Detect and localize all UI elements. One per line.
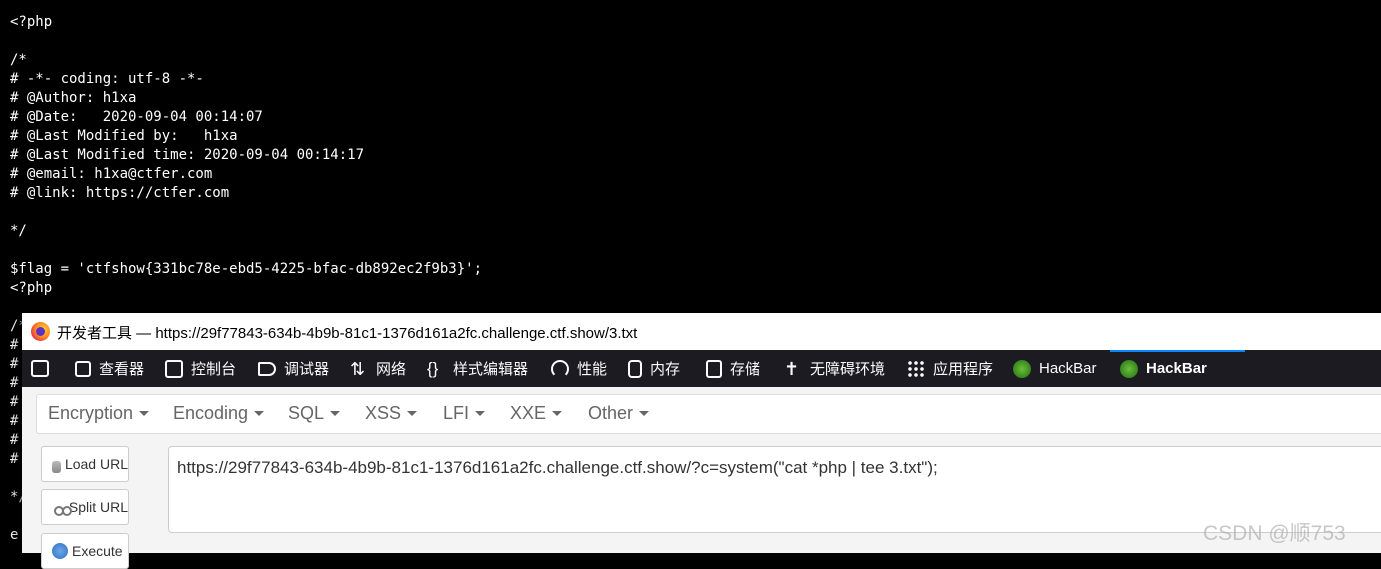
source-line-partial: #	[10, 337, 19, 353]
tab-accessibility[interactable]: ✝ 无障碍环境	[784, 350, 885, 387]
watermark: CSDN @顺753	[1203, 522, 1346, 545]
inspector-icon	[75, 360, 91, 377]
button-label: Load URL	[64, 456, 128, 472]
execute-icon	[52, 543, 68, 559]
console-icon	[165, 359, 183, 378]
menu-label: Encoding	[173, 403, 249, 423]
menu-lfi[interactable]: LFI	[443, 403, 486, 424]
menu-label: LFI	[443, 403, 470, 423]
source-line-partial: #	[10, 394, 19, 410]
tab-label: 样式编辑器	[453, 361, 529, 378]
tab-storage[interactable]: 存储	[706, 350, 760, 387]
tab-label: 控制台	[191, 361, 237, 378]
source-line: # @Author: h1xa	[10, 90, 137, 106]
tab-label: 内存	[650, 361, 681, 378]
source-line-partial: #	[10, 413, 19, 429]
menu-xxe[interactable]: XXE	[510, 403, 563, 424]
menu-label: SQL	[288, 403, 325, 423]
load-url-icon	[52, 461, 61, 473]
caret-down-icon	[330, 411, 341, 416]
flag-line: $flag = 'ctfshow{331bc78e-ebd5-4225-bfac…	[10, 261, 483, 277]
source-line: /*	[10, 52, 27, 68]
menu-encoding[interactable]: Encoding	[173, 403, 265, 424]
tab-hackbar[interactable]: HackBar	[1013, 350, 1097, 387]
tab-label: 查看器	[99, 361, 145, 378]
firefox-logo-icon	[31, 322, 50, 341]
tab-memory[interactable]: 内存	[628, 350, 680, 387]
source-line-partial: #	[10, 451, 19, 467]
button-label: Execute	[72, 543, 123, 559]
storage-icon	[706, 359, 722, 378]
hackbar-icon	[1120, 359, 1138, 378]
source-line: # @Last Modified by: h1xa	[10, 128, 238, 144]
network-icon: ⇅	[350, 358, 366, 379]
hackbar-icon	[1013, 359, 1031, 378]
source-line-partial: #	[10, 432, 19, 448]
menu-label: Other	[588, 403, 634, 423]
source-line-partial: e	[10, 527, 19, 543]
tab-hackbar-selected[interactable]: HackBar	[1110, 350, 1245, 387]
menu-label: Encryption	[48, 403, 134, 423]
tab-style-editor[interactable]: {} 样式编辑器	[427, 350, 528, 387]
menu-label: XSS	[365, 403, 402, 423]
devtools-toolbar: 查看器 控制台 调试器 ⇅ 网络 {} 样式编辑器 性能 内存 存储 ✝ 无障碍…	[22, 350, 1381, 387]
source-line: <?php	[10, 14, 53, 30]
tab-debugger[interactable]: 调试器	[258, 350, 329, 387]
url-text: https://29f77843-634b-4b9b-81c1-1376d161…	[177, 458, 938, 477]
element-picker-icon	[31, 360, 49, 377]
tab-label: HackBar	[1146, 360, 1207, 377]
source-line-partial: #	[10, 356, 19, 372]
tab-performance[interactable]: 性能	[551, 350, 607, 387]
caret-down-icon	[254, 411, 265, 416]
element-picker-button[interactable]	[31, 350, 57, 387]
style-editor-icon: {}	[427, 358, 439, 378]
url-input[interactable]: https://29f77843-634b-4b9b-81c1-1376d161…	[168, 446, 1381, 533]
tab-label: 存储	[730, 361, 761, 378]
button-label: Split URL	[68, 499, 128, 515]
performance-icon	[551, 359, 569, 378]
devtools-window: 开发者工具 — https://29f77843-634b-4b9b-81c1-…	[22, 313, 1381, 569]
source-line: # -*- coding: utf-8 -*-	[10, 71, 204, 87]
tab-console[interactable]: 控制台	[165, 350, 236, 387]
menu-sql[interactable]: SQL	[288, 403, 341, 424]
source-line: <?php	[10, 280, 53, 296]
source-line-partial: #	[10, 375, 19, 391]
source-line: # @Date: 2020-09-04 00:14:07	[10, 109, 263, 125]
tab-label: HackBar	[1039, 360, 1097, 377]
split-url-button[interactable]: Split URL	[41, 489, 129, 525]
tab-network[interactable]: ⇅ 网络	[350, 350, 406, 387]
tab-label: 应用程序	[933, 361, 994, 378]
execute-button[interactable]: Execute	[41, 533, 129, 569]
accessibility-icon: ✝	[784, 358, 800, 379]
menu-encryption[interactable]: Encryption	[48, 403, 150, 424]
memory-icon	[628, 359, 642, 378]
caret-down-icon	[139, 411, 150, 416]
caret-down-icon	[475, 411, 486, 416]
debugger-icon	[258, 361, 276, 376]
hackbar-menubar: Encryption Encoding SQL XSS LFI XXE Othe…	[36, 394, 1381, 434]
window-title: 开发者工具 — https://29f77843-634b-4b9b-81c1-…	[57, 325, 638, 342]
menu-other[interactable]: Other	[588, 403, 650, 424]
tab-label: 性能	[577, 361, 608, 378]
tab-inspector[interactable]: 查看器	[75, 350, 144, 387]
hackbar-panel: Encryption Encoding SQL XSS LFI XXE Othe…	[22, 387, 1381, 569]
source-line: # @link: https://ctfer.com	[10, 185, 230, 201]
source-line: # @email: h1xa@ctfer.com	[10, 166, 213, 182]
scissors-icon	[54, 498, 72, 516]
tab-label: 无障碍环境	[810, 361, 886, 378]
menu-label: XXE	[510, 403, 547, 423]
devtools-titlebar[interactable]: 开发者工具 — https://29f77843-634b-4b9b-81c1-…	[22, 313, 1381, 350]
tab-label: 网络	[376, 361, 407, 378]
caret-down-icon	[552, 411, 563, 416]
caret-down-icon	[407, 411, 418, 416]
tab-label: 调试器	[284, 361, 330, 378]
menu-xss[interactable]: XSS	[365, 403, 418, 424]
load-url-button[interactable]: Load URL	[41, 446, 129, 482]
source-line: # @Last Modified time: 2020-09-04 00:14:…	[10, 147, 365, 163]
source-line: */	[10, 223, 27, 239]
tab-application[interactable]: 应用程序	[907, 350, 993, 387]
application-icon	[907, 359, 925, 378]
caret-down-icon	[639, 411, 650, 416]
